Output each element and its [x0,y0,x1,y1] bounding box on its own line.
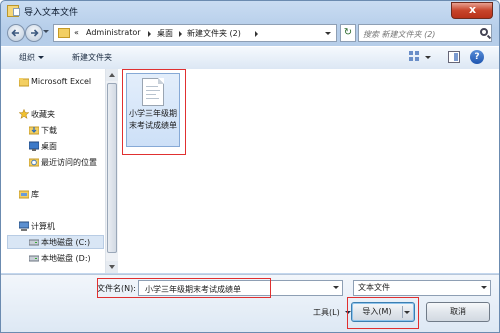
sidebar-item-libraries[interactable]: 库 [19,189,39,200]
address-history-dropdown[interactable] [322,29,334,39]
downloads-folder-icon [29,126,39,135]
file-type-value: 文本文件 [358,283,390,292]
library-icon [19,190,29,199]
breadcrumb-chevron-icon[interactable] [255,31,258,37]
hard-drive-icon [29,239,39,246]
file-type-select[interactable]: 文本文件 [353,280,491,296]
excel-folder-icon [19,78,29,87]
sidebar-item-label: 库 [31,190,39,199]
navigation-pane-scrollbar[interactable] [105,69,118,273]
view-options-dropdown[interactable] [425,56,431,59]
sidebar-item-label: 本地磁盘 (D:) [41,254,91,263]
window-title: 导入文本文件 [24,8,79,18]
search-icon[interactable] [480,28,488,36]
address-bar[interactable]: « Administrator 桌面 新建文件夹 (2) [53,24,337,42]
chevron-down-icon[interactable] [404,311,410,314]
text-document-icon [142,78,164,106]
hard-drive-icon [29,255,39,262]
breadcrumb-current-folder[interactable]: 新建文件夹 (2) [187,28,241,39]
sidebar-item-local-disk-c[interactable]: 本地磁盘 (C:) [29,237,91,248]
organize-menu[interactable]: 组织 [19,52,44,63]
file-item[interactable]: 小学三年级期末考试成绩单 [126,73,180,147]
sidebar-item-label: 最近访问的位置 [41,158,97,167]
recent-places-icon [29,158,39,167]
help-icon[interactable]: ? [470,50,484,64]
breadcrumb-chevron-icon[interactable] [179,31,182,37]
breadcrumb-desktop[interactable]: 桌面 [157,28,173,39]
sidebar-item-favorites[interactable]: 收藏夹 [19,109,55,120]
dialog-footer: 文件名(N): 文本文件 工具(L) 导入(M) 取消 [1,274,499,332]
new-folder-button[interactable]: 新建文件夹 [72,52,112,63]
refresh-button[interactable]: ↻ [340,24,356,42]
sidebar-item-downloads[interactable]: 下载 [29,125,57,136]
search-box[interactable] [358,24,492,42]
chevron-down-icon[interactable] [333,286,339,289]
organize-label: 组织 [19,53,35,62]
sidebar-item-label: 本地磁盘 (C:) [41,238,91,247]
address-overflow[interactable]: « [74,28,79,37]
breadcrumb-administrator[interactable]: Administrator [86,28,141,37]
forward-button[interactable] [25,24,43,42]
filename-input[interactable] [143,282,327,296]
tools-menu[interactable]: 工具(L) [313,307,352,318]
desktop-icon [29,141,39,151]
breadcrumb-chevron-icon[interactable] [148,31,151,37]
sidebar-item-recent-places[interactable]: 最近访问的位置 [29,157,97,168]
chevron-down-icon [481,286,487,289]
cancel-button[interactable]: 取消 [426,302,490,322]
sidebar-item-computer[interactable]: 计算机 [19,221,55,232]
change-view-icon[interactable] [409,51,420,62]
text-file-icon [7,5,20,17]
back-arrow-icon [11,29,19,37]
preview-pane-icon[interactable] [448,51,460,63]
forward-arrow-icon [31,29,39,37]
scroll-down-button[interactable] [106,261,118,273]
star-icon [19,109,29,119]
search-input[interactable] [361,26,475,42]
tools-label: 工具(L) [313,308,340,317]
scroll-up-button[interactable] [106,69,118,81]
scroll-thumb[interactable] [107,83,117,253]
sidebar-item-label: 下载 [41,126,57,135]
refresh-icon: ↻ [343,27,353,38]
filename-field[interactable] [138,280,343,296]
sidebar-item-local-disk-d[interactable]: 本地磁盘 (D:) [29,253,91,264]
filename-label: 文件名(N): [97,284,136,293]
import-text-file-dialog: 导入文本文件 « Administrator 桌面 新建文件夹 (2) ↻ 组 [0,0,500,333]
navigation-bar: « Administrator 桌面 新建文件夹 (2) ↻ [1,23,499,45]
sidebar-item-microsoft-excel[interactable]: Microsoft Excel [19,77,92,87]
back-button[interactable] [7,24,25,42]
import-label: 导入(M) [362,307,392,316]
sidebar-item-label: Microsoft Excel [31,77,92,86]
folder-icon [58,28,70,38]
split-divider [402,306,403,318]
import-button[interactable]: 导入(M) [351,302,415,322]
recent-pages-dropdown[interactable] [43,30,49,33]
sidebar-item-desktop[interactable]: 桌面 [29,141,57,152]
close-button[interactable] [451,2,493,19]
command-toolbar: 组织 新建文件夹 ? [1,46,499,70]
sidebar-item-label: 桌面 [41,142,57,151]
file-list: 小学三年级期末考试成绩单 [118,69,499,273]
navigation-pane: Microsoft Excel 收藏夹 下载 桌面 最近访问的位置 库 计算机 [1,69,106,273]
file-name: 小学三年级期末考试成绩单 [129,109,177,130]
sidebar-item-label: 收藏夹 [31,110,55,119]
chevron-down-icon [38,56,44,59]
computer-icon [19,221,29,231]
sidebar-item-label: 计算机 [31,222,55,231]
title-bar: 导入文本文件 [1,1,499,21]
